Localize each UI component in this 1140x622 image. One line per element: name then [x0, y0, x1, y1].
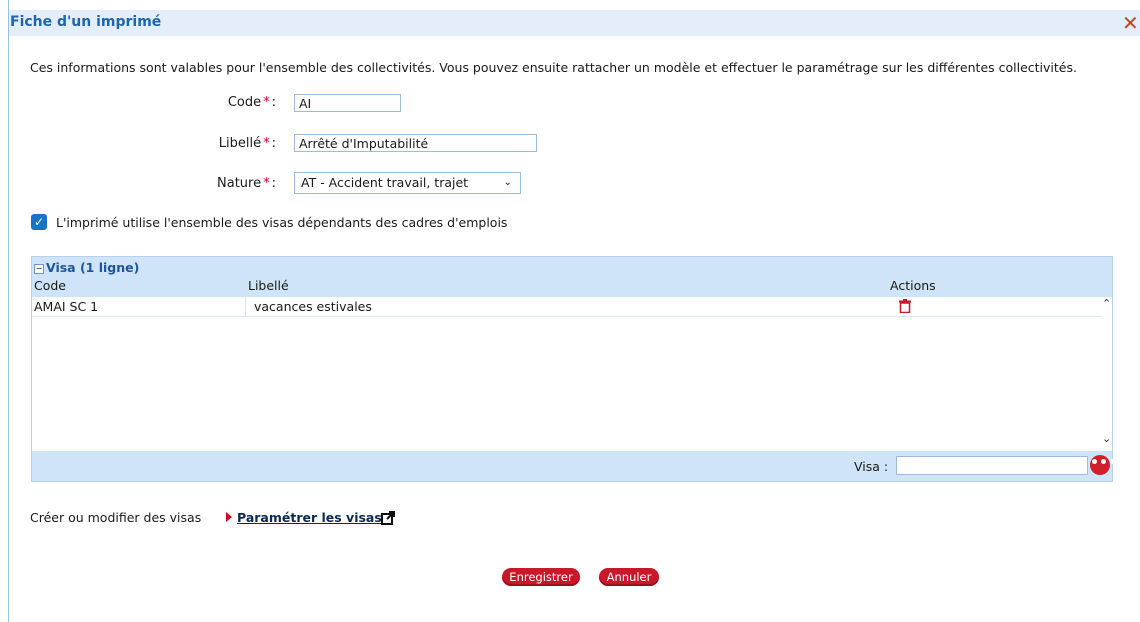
parametrer-visas-link[interactable]: Paramétrer les visas: [237, 510, 382, 525]
code-input[interactable]: AI: [294, 94, 401, 112]
visa-grid: − Visa (1 ligne) Code Libellé Actions AMA…: [31, 256, 1117, 482]
nature-selected-value: AT - Accident travail, trajet: [301, 175, 469, 190]
row-code: AMAI SC 1: [34, 299, 99, 314]
column-divider: [245, 297, 246, 316]
arrow-right-icon: [226, 512, 232, 522]
column-header-actions: Actions: [890, 278, 936, 293]
trash-icon[interactable]: [898, 299, 912, 313]
window-title: Fiche d'un imprimé: [10, 14, 162, 30]
visa-input-label: Visa :: [854, 459, 889, 474]
visa-grid-header: − Visa (1 ligne) Code Libellé Actions: [32, 257, 1112, 297]
more-options-icon[interactable]: •••: [1090, 455, 1117, 475]
column-header-libelle[interactable]: Libellé: [248, 278, 289, 293]
nature-label: Nature *:: [217, 176, 276, 191]
code-label: Code *:: [227, 95, 276, 110]
collapse-icon[interactable]: −: [34, 263, 44, 274]
chevron-down-icon: ⌄: [503, 177, 512, 188]
column-header-code[interactable]: Code: [34, 278, 66, 293]
external-link-icon[interactable]: [381, 511, 395, 525]
libelle-input[interactable]: Arrêté d'Imputabilité: [294, 134, 537, 152]
libelle-label: Libellé *:: [218, 136, 276, 151]
visa-grid-title[interactable]: − Visa (1 ligne): [34, 260, 139, 275]
table-row[interactable]: AMAI SC 1 vacances estivales: [32, 297, 1102, 317]
visa-input[interactable]: [896, 456, 1088, 475]
visas-checkbox[interactable]: ✓: [31, 214, 47, 230]
window-titlebar: Fiche d'un imprimé ✕: [9, 10, 1140, 36]
nature-select[interactable]: AT - Accident travail, trajet ⌄: [294, 172, 521, 194]
save-button[interactable]: Enregistrer: [502, 568, 580, 586]
scroll-up-icon[interactable]: ⌃: [1102, 297, 1111, 310]
visas-checkbox-label: L'imprimé utilise l'ensemble des visas d…: [56, 215, 508, 230]
scroll-down-icon[interactable]: ⌄: [1102, 432, 1111, 445]
grid-scrollbar[interactable]: ⌃ ⌄: [1102, 297, 1112, 452]
row-libelle: vacances estivales: [254, 299, 372, 314]
visa-grid-title-text: Visa (1 ligne): [46, 260, 140, 275]
close-icon[interactable]: ✕: [1122, 13, 1140, 33]
intro-text: Ces informations sont valables pour l'en…: [30, 60, 1077, 75]
create-visas-text: Créer ou modifier des visas: [30, 510, 202, 525]
visa-grid-footer: Visa : •••: [32, 451, 1117, 481]
window-border: [8, 0, 9, 622]
cancel-button[interactable]: Annuler: [599, 568, 659, 586]
